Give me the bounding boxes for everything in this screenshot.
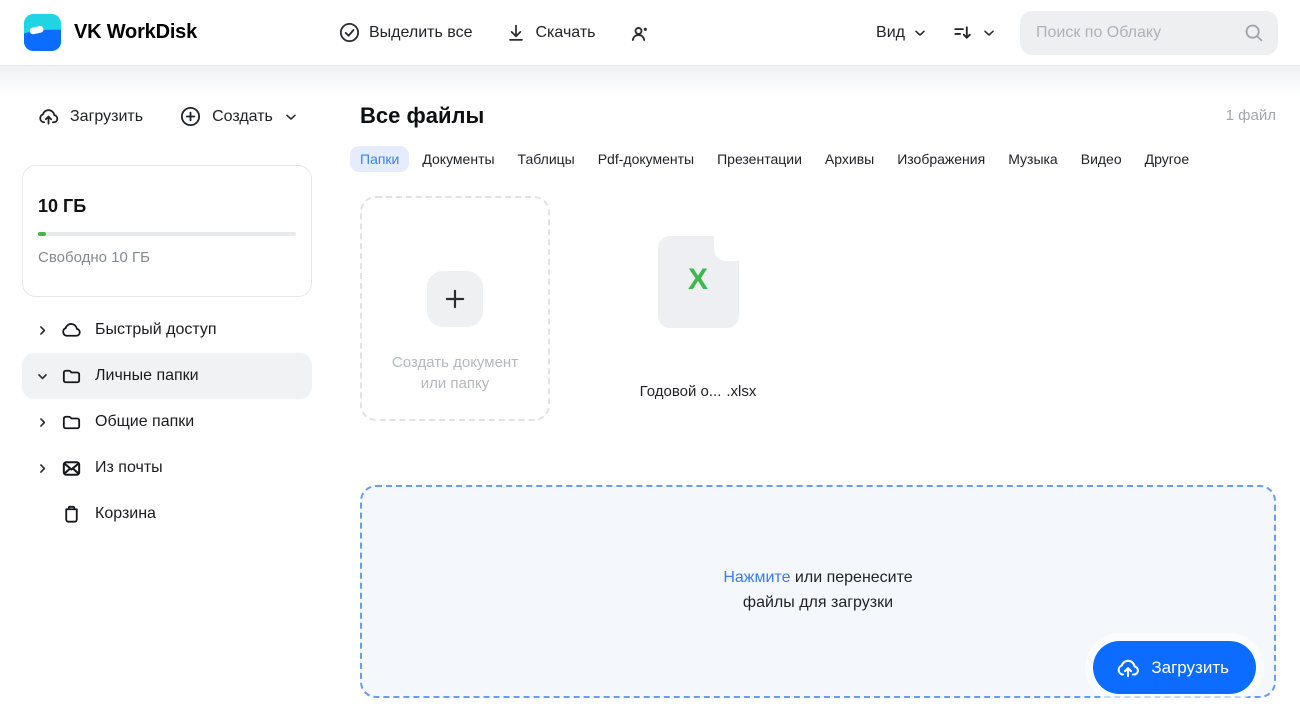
plus-circle-icon: [179, 105, 202, 128]
cloud-icon: [60, 319, 83, 342]
select-all-button[interactable]: Выделить все: [338, 21, 472, 44]
sidebar-item-from-mail[interactable]: Из почты: [22, 445, 312, 491]
page-title: Все файлы: [360, 103, 485, 128]
excel-letter: X: [687, 263, 708, 296]
upload-label: Загрузить: [70, 107, 144, 125]
tab-folders[interactable]: Папки: [350, 146, 410, 172]
sort-dropdown[interactable]: [951, 21, 997, 44]
dropzone-text: Нажмите или перенесите файлы для загрузк…: [723, 568, 913, 611]
upload-fab-button[interactable]: Загрузить: [1093, 641, 1256, 694]
tab-documents[interactable]: Документы: [412, 146, 504, 172]
cloud-upload-icon: [1115, 655, 1141, 681]
app-header: VK WorkDisk Выделить все Скачать Вид Пои…: [0, 0, 1300, 66]
shared-access-button[interactable]: [628, 21, 652, 45]
sidebar-item-personal-folders[interactable]: Личные папки: [22, 353, 312, 399]
select-all-label: Выделить все: [369, 23, 473, 41]
search-box[interactable]: [1020, 10, 1278, 55]
main-content: Все файлы 1 файл Папки Документы Таблицы…: [338, 66, 1300, 714]
xlsx-file-icon: X: [657, 235, 740, 328]
header-actions: Выделить все Скачать: [338, 21, 652, 45]
search-icon: [1243, 22, 1264, 43]
cloud-upload-icon: [37, 105, 60, 128]
upload-fab-label: Загрузить: [1151, 657, 1229, 677]
sidebar-item-quick-access[interactable]: Быстрый доступ: [22, 307, 312, 353]
sidebar-item-label: Общие папки: [95, 413, 195, 430]
sidebar-actions: Загрузить Создать: [22, 105, 338, 128]
search-input[interactable]: [1036, 23, 1243, 42]
view-label: Вид: [876, 23, 905, 41]
storage-card[interactable]: 10 ГБ Свободно 10 ГБ: [22, 165, 312, 297]
download-button[interactable]: Скачать: [505, 22, 595, 44]
sidebar-item-label: Корзина: [95, 505, 156, 522]
download-label: Скачать: [535, 23, 596, 41]
file-tile[interactable]: X Годовой о... .xlsx: [603, 196, 793, 421]
chevron-down-icon: [912, 25, 928, 41]
brand[interactable]: VK WorkDisk: [24, 14, 338, 51]
mail-icon: [60, 457, 83, 480]
storage-total: 10 ГБ: [38, 196, 87, 216]
tab-presentations[interactable]: Презентации: [707, 146, 812, 172]
sidebar-item-label: Из почты: [95, 459, 163, 476]
tab-music[interactable]: Музыка: [998, 146, 1068, 172]
app-body: Загрузить Создать 10 ГБ Свободно 10 ГБ Б…: [0, 66, 1300, 714]
tab-archives[interactable]: Архивы: [815, 146, 884, 172]
chevron-down-icon: [981, 25, 997, 41]
header-right: Вид: [876, 10, 1278, 55]
download-icon: [505, 22, 527, 44]
upload-dropzone[interactable]: Нажмите или перенесите файлы для загрузк…: [360, 485, 1276, 698]
create-button[interactable]: Создать: [179, 105, 299, 128]
filter-tabs: Папки Документы Таблицы Pdf-документы Пр…: [350, 146, 1276, 172]
chevron-down-icon[interactable]: [36, 370, 50, 383]
chevron-down-icon: [283, 109, 299, 125]
app-logo-icon: [24, 14, 61, 51]
sort-icon: [951, 21, 974, 44]
chevron-right-icon[interactable]: [36, 416, 50, 429]
sidebar-item-label: Личные папки: [95, 367, 199, 384]
create-document-tile[interactable]: Создать документ или папку: [360, 196, 550, 421]
storage-free-label: Свободно 10 ГБ: [38, 249, 150, 266]
trash-icon: [60, 503, 83, 526]
tab-other[interactable]: Другое: [1135, 146, 1199, 172]
sidebar-item-trash[interactable]: Корзина: [22, 491, 312, 537]
chevron-right-icon[interactable]: [36, 462, 50, 475]
users-icon: [628, 21, 652, 45]
sidebar: Загрузить Создать 10 ГБ Свободно 10 ГБ Б…: [0, 66, 338, 714]
app-title: VK WorkDisk: [74, 21, 198, 43]
plus-icon: [427, 271, 483, 327]
create-tile-text: Создать документ или папку: [391, 354, 519, 392]
upload-button[interactable]: Загрузить: [37, 105, 143, 128]
file-grid: Создать документ или папку X Годовой о..…: [360, 196, 1276, 421]
folder-icon: [60, 365, 83, 388]
tab-tables[interactable]: Таблицы: [508, 146, 585, 172]
view-dropdown[interactable]: Вид: [876, 24, 928, 42]
chevron-right-icon[interactable]: [36, 324, 50, 337]
main-header: Все файлы 1 файл: [360, 103, 1276, 129]
sidebar-nav: Быстрый доступ Личные папки Общие папки …: [22, 307, 338, 537]
sidebar-item-shared-folders[interactable]: Общие папки: [22, 399, 312, 445]
file-name: Годовой о... .xlsx: [639, 383, 757, 400]
storage-progress-bar: [38, 232, 296, 236]
folder-icon: [60, 411, 83, 434]
sidebar-item-label: Быстрый доступ: [95, 321, 217, 338]
tab-video[interactable]: Видео: [1071, 146, 1132, 172]
create-label: Создать: [212, 107, 273, 125]
dropzone-click-link[interactable]: Нажмите: [723, 569, 790, 586]
files-count: 1 файл: [1225, 107, 1276, 124]
storage-progress-fill: [38, 232, 46, 236]
tab-pdf-documents[interactable]: Pdf-документы: [588, 146, 704, 172]
check-circle-icon: [338, 21, 361, 44]
tab-images[interactable]: Изображения: [887, 146, 995, 172]
